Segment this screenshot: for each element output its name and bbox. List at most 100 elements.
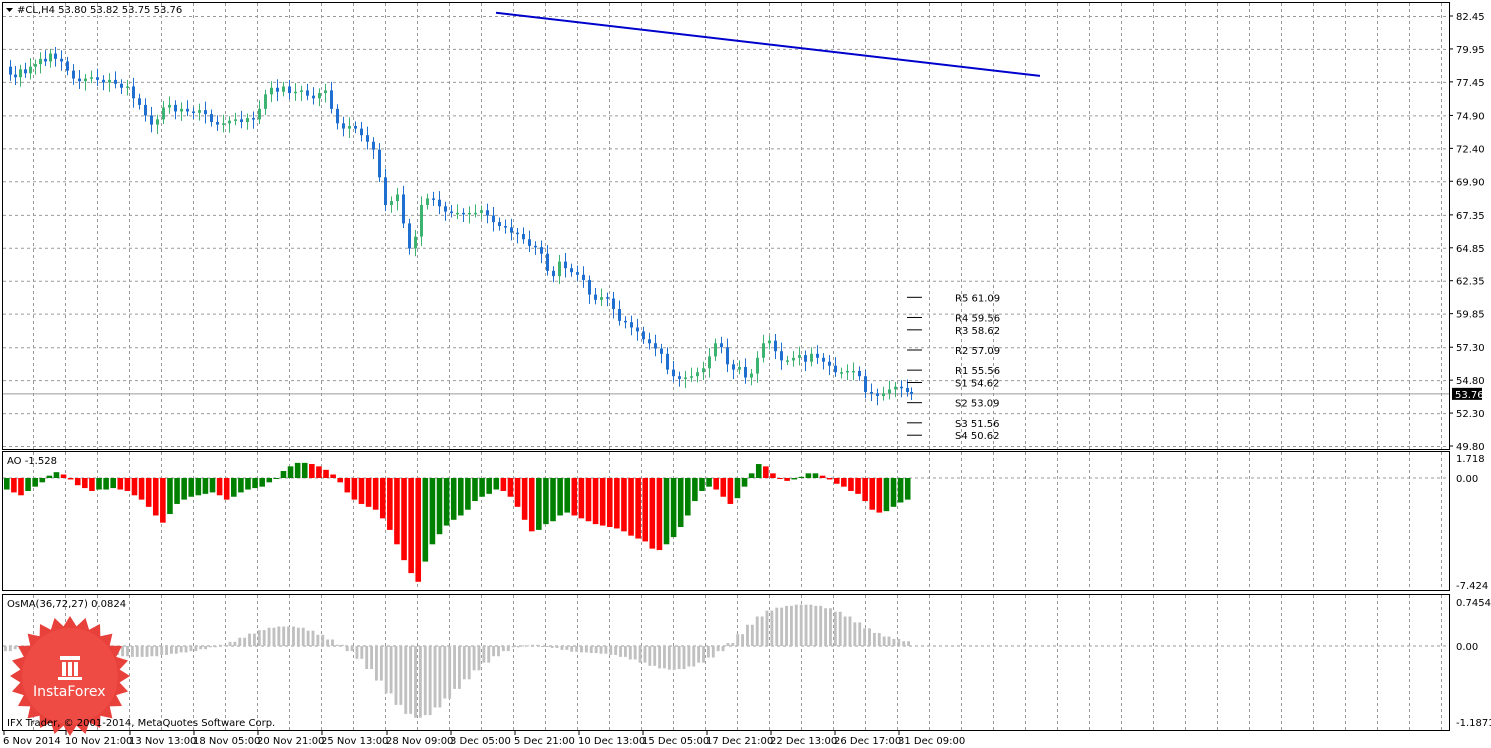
candle-body <box>564 261 567 269</box>
candle-body <box>432 198 435 200</box>
osma-bar <box>213 646 217 648</box>
ao-bar <box>195 478 202 496</box>
candle-body <box>762 343 765 358</box>
candle-body <box>168 104 171 108</box>
candle-body <box>888 389 891 394</box>
candle-body <box>240 119 243 123</box>
candle-body <box>906 388 909 393</box>
ao-bar <box>635 478 641 539</box>
osma-bar <box>257 630 261 646</box>
candle-body <box>618 309 621 321</box>
candle-body <box>792 357 795 361</box>
osma-tick-label: 0.7454 <box>1456 598 1491 609</box>
time-tick-label: 28 Nov 09:00 <box>386 736 453 747</box>
time-tick-label: 18 Nov 05:00 <box>193 736 260 747</box>
candle-body <box>858 370 861 377</box>
osma-bar <box>316 634 320 646</box>
candle-body <box>480 210 483 213</box>
candle-body <box>714 343 717 357</box>
candle-body <box>438 199 441 207</box>
ao-bar <box>855 478 861 494</box>
osma-bar <box>746 624 749 646</box>
candle-body <box>816 353 819 358</box>
candle-body <box>648 339 651 344</box>
time-tick-label: 5 Dec 21:00 <box>514 736 575 747</box>
ao-bar <box>536 478 542 530</box>
osma-bar <box>648 646 652 666</box>
osma-bar <box>423 646 427 716</box>
osma-bar <box>814 605 818 646</box>
time-tick-label: 31 Dec 09:00 <box>898 736 965 747</box>
osma-bar <box>277 626 281 646</box>
ao-bar <box>649 478 656 549</box>
ao-bar <box>486 478 492 494</box>
osma-bar <box>335 644 339 646</box>
osma-bar <box>658 646 662 669</box>
candle-body <box>834 365 837 373</box>
osma-bar <box>462 646 466 680</box>
pivot-level-label: R2 57.09 <box>955 346 1000 357</box>
candle-body <box>378 149 381 178</box>
osma-bar <box>521 645 525 647</box>
main-panel-header: #CL,H4 53.80 53.82 53.75 53.76 <box>17 5 182 16</box>
candle-body <box>588 280 591 295</box>
candle-body <box>72 70 75 79</box>
osma-bar <box>858 622 862 646</box>
osma-bar <box>487 646 491 663</box>
osma-bar <box>218 644 222 646</box>
osma-bar <box>492 646 496 657</box>
ao-bar <box>784 478 790 481</box>
osma-bar <box>135 646 139 657</box>
candle-body <box>228 120 231 124</box>
time-tick-label: 15 Dec 05:00 <box>642 736 709 747</box>
candle-body <box>720 343 723 348</box>
osma-bar <box>555 646 559 648</box>
ao-bar <box>528 478 535 532</box>
osma-bar <box>428 646 432 716</box>
candle-body <box>90 77 93 79</box>
osma-bar <box>692 646 696 667</box>
candle-body <box>14 74 17 78</box>
pivot-level-label: R3 58.62 <box>955 326 1000 337</box>
candle-body <box>408 223 411 249</box>
osma-bar <box>326 639 330 646</box>
candle-body <box>390 201 393 205</box>
candle-body <box>282 86 285 92</box>
ao-bar <box>351 478 358 500</box>
candle-body <box>600 297 603 300</box>
osma-bar <box>609 646 613 655</box>
price-tick-label: 62.35 <box>1456 277 1485 288</box>
ao-bar <box>450 478 457 520</box>
chart-window[interactable]: R5 61.09 R4 59.56 R3 58.62 R2 57.09 R1 55.56… <box>0 0 1491 748</box>
osma-bar <box>472 646 476 671</box>
candle-body <box>876 393 879 396</box>
candle-body <box>804 355 807 362</box>
candle-body <box>144 104 147 116</box>
candle-body <box>276 87 279 92</box>
osma-bar <box>619 646 622 657</box>
pivot-level-label: S4 50.62 <box>955 431 1000 442</box>
osma-bar <box>829 608 832 646</box>
candle-body <box>252 118 255 120</box>
candle-body <box>60 58 63 62</box>
candle-body <box>828 361 831 366</box>
osma-bar <box>331 639 334 646</box>
osma-bar <box>892 638 896 646</box>
ao-bar <box>713 478 719 490</box>
price-tick-label: 57.30 <box>1456 343 1485 354</box>
candle-body <box>612 298 615 310</box>
candle-body <box>666 353 669 370</box>
candle-body <box>270 87 273 95</box>
price-tick-label: 77.45 <box>1456 78 1485 89</box>
osma-bar <box>765 610 769 646</box>
ao-bar <box>238 478 244 493</box>
osma-bar <box>804 604 808 646</box>
ao-bar <box>245 478 251 490</box>
ao-bar <box>209 478 216 493</box>
candle-body <box>34 64 37 67</box>
ao-bar <box>479 478 485 497</box>
osma-bar <box>575 646 579 652</box>
candle-body <box>174 104 177 112</box>
ao-bar <box>372 478 379 510</box>
ao-bar <box>145 478 152 507</box>
